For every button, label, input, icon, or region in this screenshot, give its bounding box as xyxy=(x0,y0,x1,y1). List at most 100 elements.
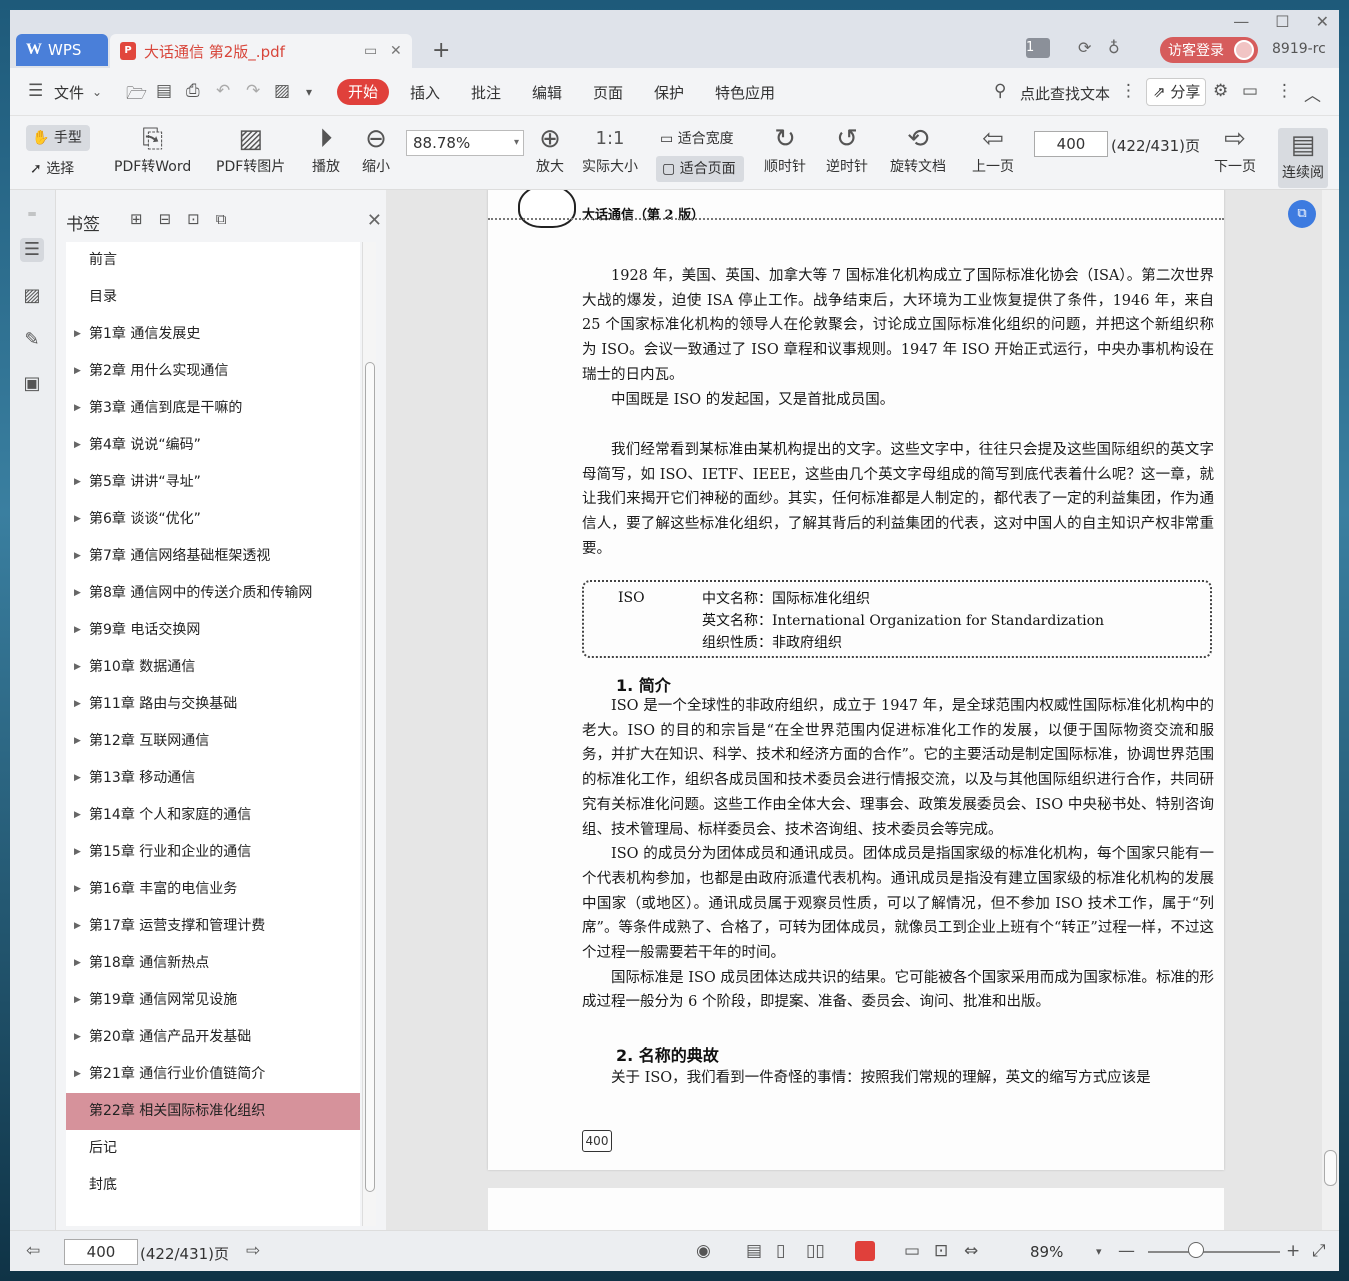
bookmark-item[interactable]: 目录 xyxy=(66,279,360,316)
bookmark-item[interactable]: ▶ 第21章 通信行业价值链简介 xyxy=(66,1056,360,1093)
expand-arrow-icon[interactable]: ▶ xyxy=(74,760,81,797)
search-icon[interactable]: ⚲ xyxy=(994,81,1006,101)
bookmark-item[interactable]: ▶ 第5章 讲讲“寻址” xyxy=(66,464,360,501)
zoom-minus-icon[interactable]: — xyxy=(1118,1241,1135,1261)
expand-arrow-icon[interactable]: ▶ xyxy=(74,353,81,390)
document-scroll-thumb[interactable] xyxy=(1324,1150,1337,1186)
bookmark-item[interactable]: ▶ 第9章 电话交换网 xyxy=(66,612,360,649)
expand-arrow-icon[interactable]: ▶ xyxy=(74,686,81,723)
zoom-slider-track[interactable] xyxy=(1148,1251,1280,1253)
document-scrollbar[interactable] xyxy=(1322,190,1339,1230)
close-tab-icon[interactable]: ✕ xyxy=(390,43,402,59)
rotate-document-button[interactable]: ⟲ 旋转文档 xyxy=(890,122,946,176)
bookmark-options-icon[interactable]: ⧉ xyxy=(216,210,227,228)
open-folder-icon[interactable]: 🗁 xyxy=(126,81,147,110)
pin-icon[interactable]: ▭ xyxy=(364,43,377,59)
bookmark-item[interactable]: ▶ 第2章 用什么实现通信 xyxy=(66,353,360,390)
expand-arrow-icon[interactable]: ▶ xyxy=(74,612,81,649)
expand-arrow-icon[interactable]: ▶ xyxy=(74,501,81,538)
bookmark-item[interactable]: 第22章 相关国际标准化组织 xyxy=(66,1093,360,1130)
menu-edit-tab[interactable]: 编辑 xyxy=(532,82,562,103)
expand-arrow-icon[interactable]: ▶ xyxy=(74,464,81,501)
fullscreen-icon[interactable]: ⤢ xyxy=(1312,1241,1326,1261)
pdf-to-image-button[interactable]: ▨ PDF转图片 xyxy=(216,122,285,176)
bookmark-item[interactable]: ▶ 第4章 说说“编码” xyxy=(66,427,360,464)
next-page-button[interactable]: ⇨ 下一页 xyxy=(1214,122,1256,176)
expand-arrow-icon[interactable]: ▶ xyxy=(74,575,81,612)
expand-all-icon[interactable]: ⊞ xyxy=(130,210,143,228)
collapse-all-icon[interactable]: ⊟ xyxy=(159,210,172,228)
undo-icon[interactable]: ↶ xyxy=(216,81,230,101)
bookmark-item[interactable]: ▶ 第15章 行业和企业的通信 xyxy=(66,834,360,871)
more-options-icon[interactable]: ⋮ xyxy=(1276,81,1293,101)
print-icon[interactable]: ⎙ xyxy=(186,81,200,101)
hamburger-menu-icon[interactable]: ☰ xyxy=(28,81,43,101)
prev-page-button[interactable]: ⇦ 上一页 xyxy=(972,122,1014,176)
document-viewport[interactable]: 大话通信（第 2 版） 1928 年，美国、英国、加拿大等 7 国标准化机构成立… xyxy=(386,190,1322,1230)
zoom-out-button[interactable]: ⊖ 缩小 xyxy=(362,122,390,176)
status-zoom-value[interactable]: 89% xyxy=(1030,1243,1063,1261)
search-text-button[interactable]: 点此查找文本 xyxy=(1020,83,1110,104)
expand-arrow-icon[interactable]: ▶ xyxy=(74,797,81,834)
collapse-ribbon-icon[interactable]: ︿ xyxy=(1304,81,1321,106)
bookmark-item[interactable]: ▶ 第10章 数据通信 xyxy=(66,649,360,686)
bookmark-item[interactable]: ▶ 第20章 通信产品开发基础 xyxy=(66,1019,360,1056)
file-menu[interactable]: 文件 xyxy=(54,82,84,103)
select-tool-button[interactable]: ➚ 选择 xyxy=(30,158,74,178)
actual-size-status-icon[interactable]: ▭ xyxy=(904,1241,920,1261)
redo-icon[interactable]: ↷ xyxy=(246,81,260,101)
page-number-input[interactable]: 400 xyxy=(1034,131,1108,157)
bookmark-item[interactable]: ▶ 第12章 互联网通信 xyxy=(66,723,360,760)
expand-arrow-icon[interactable]: ▶ xyxy=(74,390,81,427)
actual-size-button[interactable]: 1:1 实际大小 xyxy=(582,122,638,176)
bookmark-item[interactable]: 封底 xyxy=(66,1167,360,1204)
close-window-icon[interactable]: ✕ xyxy=(1316,12,1329,31)
floating-tool-button[interactable]: ⧉ xyxy=(1288,200,1316,228)
bookmark-item[interactable]: ▶ 第1章 通信发展史 xyxy=(66,316,360,353)
zoom-in-button[interactable]: ⊕ 放大 xyxy=(536,122,564,176)
two-page-view-icon[interactable]: ▯▯ xyxy=(806,1241,825,1261)
zoom-slider-knob[interactable] xyxy=(1188,1242,1204,1258)
bookmark-item[interactable]: 前言 xyxy=(66,242,360,279)
eye-protection-icon[interactable]: ◉ xyxy=(696,1241,711,1261)
expand-arrow-icon[interactable]: ▶ xyxy=(74,1056,81,1093)
bookmark-panel-icon[interactable]: ☰ xyxy=(20,238,44,262)
hand-tool-button[interactable]: ✋ 手型 xyxy=(26,125,90,151)
rotate-counterclockwise-button[interactable]: ↺ 逆时针 xyxy=(826,122,868,176)
settings-gear-icon[interactable]: ⚙ xyxy=(1213,81,1228,101)
guest-login-button[interactable]: 访客登录 xyxy=(1160,37,1258,63)
prev-page-arrow-icon[interactable]: ⇦ xyxy=(26,1241,40,1261)
menu-insert-tab[interactable]: 插入 xyxy=(410,82,440,103)
document-tab[interactable]: P 大话通信 第2版_.pdf ▭ ✕ xyxy=(110,34,412,68)
save-icon[interactable]: ▤ xyxy=(156,81,172,101)
menu-start-tab[interactable]: 开始 xyxy=(337,79,389,105)
bookmark-scroll-thumb[interactable] xyxy=(365,362,375,1192)
skin-icon[interactable]: ⟳ xyxy=(1078,38,1091,57)
expand-arrow-icon[interactable]: ▶ xyxy=(74,427,81,464)
bookmark-item[interactable]: ▶ 第14章 个人和家庭的通信 xyxy=(66,797,360,834)
bookmark-scrollbar[interactable] xyxy=(362,242,376,1226)
thumbnail-panel-icon[interactable]: ▨ xyxy=(20,284,44,308)
shirt-icon[interactable]: ♁ xyxy=(1108,38,1120,57)
bookmark-item[interactable]: ▶ 第16章 丰富的电信业务 xyxy=(66,871,360,908)
expand-arrow-icon[interactable]: ▶ xyxy=(74,982,81,1019)
expand-arrow-icon[interactable]: ▶ xyxy=(74,945,81,982)
bookmark-item[interactable]: ▶ 第11章 路由与交换基础 xyxy=(66,686,360,723)
bookmark-item[interactable]: ▶ 第3章 通信到底是干嘛的 xyxy=(66,390,360,427)
fit-width-button[interactable]: ▭ 适合宽度 xyxy=(660,128,734,148)
bookmark-item[interactable]: ▶ 第8章 通信网中的传送介质和传输网 xyxy=(66,575,360,612)
single-page-view-icon[interactable]: ▤ xyxy=(746,1241,762,1261)
chevron-down-icon[interactable]: ⌄ xyxy=(92,85,102,99)
zoom-dropdown-icon[interactable]: ▾ xyxy=(1096,1245,1102,1258)
export-image-icon[interactable]: ▨ xyxy=(274,81,290,101)
more-dropdown-icon[interactable]: ▾ xyxy=(306,85,312,99)
expand-arrow-icon[interactable]: ▶ xyxy=(74,1019,81,1056)
minimize-icon[interactable]: — xyxy=(1233,12,1249,31)
next-page-arrow-icon[interactable]: ⇨ xyxy=(246,1241,260,1261)
bookmark-item[interactable]: 后记 xyxy=(66,1130,360,1167)
expand-arrow-icon[interactable]: ▶ xyxy=(74,649,81,686)
annotation-panel-icon[interactable]: ✎ xyxy=(20,328,44,352)
close-panel-icon[interactable]: ✕ xyxy=(367,210,382,231)
add-bookmark-icon[interactable]: ⊡ xyxy=(187,210,200,228)
menu-page-tab[interactable]: 页面 xyxy=(593,82,623,103)
